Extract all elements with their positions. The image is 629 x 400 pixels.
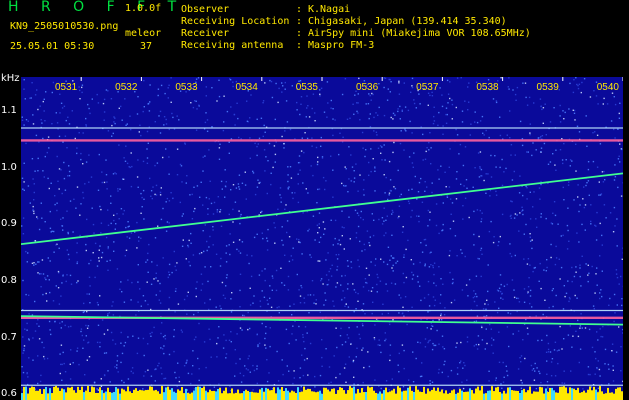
info-label-location: Receiving Location xyxy=(181,16,290,27)
filename-label: KN9_2505010530.png xyxy=(10,21,119,32)
info-value-antenna: Maspro FM-3 xyxy=(308,40,375,51)
x-tick-label: 0534 xyxy=(236,82,259,93)
x-tick-label: 0533 xyxy=(175,82,198,93)
y-tick-label: 0.9 xyxy=(1,218,17,230)
noise-floor xyxy=(21,386,623,400)
info-value-observer: K.Nagai xyxy=(308,4,351,15)
x-tick-label: 0537 xyxy=(416,82,439,93)
y-tick-label: 1.0 xyxy=(1,161,17,173)
drifting-trace xyxy=(21,172,623,246)
x-tick-label: 0539 xyxy=(537,82,560,93)
y-tick-label: 0.6 xyxy=(1,388,17,400)
spectrogram-svg: 0531 0532 0533 0534 0535 0536 0537 0538 0539 0540 xyxy=(21,77,623,400)
version-label: 1.0.0f xyxy=(125,3,162,14)
info-label-receiver: Receiver xyxy=(181,28,230,39)
info-sep: : xyxy=(296,4,303,15)
info-label-antenna: Receiving antenna xyxy=(181,40,284,51)
info-value-location: Chigasaki, Japan (139.414 35.340) xyxy=(308,16,507,27)
mode-label: meleor xyxy=(125,28,162,39)
info-label-observer: Observer xyxy=(181,4,230,15)
info-sep: : xyxy=(296,28,303,39)
x-tick-label: 0535 xyxy=(296,82,319,93)
noise-field xyxy=(21,77,623,400)
info-sep: : xyxy=(296,16,303,27)
info-value-receiver: AirSpy mini (Miakejima VOR 108.65MHz) xyxy=(308,28,531,39)
spectrogram-plot: 0531 0532 0533 0534 0535 0536 0537 0538 0539 0540 xyxy=(21,77,623,400)
y-axis-label: kHz xyxy=(1,73,20,84)
x-tick-label: 0532 xyxy=(115,82,138,93)
x-tick-label: 0536 xyxy=(356,82,379,93)
info-sep: : xyxy=(296,40,303,51)
x-tick-label: 0540 xyxy=(597,82,620,93)
x-tick-label: 0538 xyxy=(476,82,499,93)
count-label: 37 xyxy=(140,41,153,52)
datetime-label: 25.05.01 05:30 xyxy=(10,41,95,52)
y-tick-label: 0.7 xyxy=(1,331,17,343)
y-tick-label: 1.1 xyxy=(1,105,17,116)
y-tick-label: 0.8 xyxy=(1,275,17,286)
x-tick-label: 0531 xyxy=(55,82,78,93)
